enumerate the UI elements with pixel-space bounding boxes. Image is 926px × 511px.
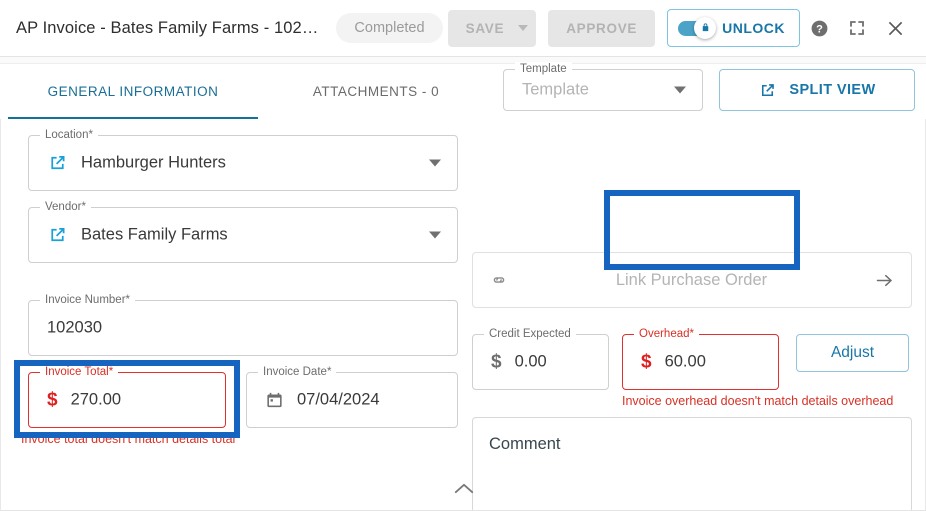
template-value: Template	[522, 80, 589, 99]
calendar-icon[interactable]	[265, 391, 284, 410]
invoice-date-label: Invoice Date*	[258, 365, 337, 379]
vendor-value-wrap: Bates Family Farms	[47, 225, 228, 246]
currency-icon: $	[47, 389, 58, 411]
adjust-button[interactable]: Adjust	[796, 334, 909, 372]
arrow-right-icon[interactable]	[874, 270, 895, 291]
form-content: Location* Hamburger Hunters Vendor* Bate…	[0, 119, 926, 511]
title-bar: AP Invoice - Bates Family Farms - 102… C…	[0, 0, 926, 57]
invoice-total-value-wrap: $ 270.00	[47, 391, 121, 410]
chevron-down-icon[interactable]	[674, 86, 686, 94]
split-view-label: SPLIT VIEW	[789, 82, 876, 98]
template-select-wrap: Template Template	[503, 62, 703, 111]
location-label: Location*	[40, 128, 98, 142]
tab-attachments[interactable]: ATTACHMENTS - 0	[266, 64, 486, 120]
invoice-total-error: Invoice total doesn't match details tota…	[21, 432, 236, 446]
link-icon	[493, 277, 505, 283]
credit-expected-value: 0.00	[514, 352, 547, 371]
save-button-label: SAVE	[465, 20, 505, 36]
toggle-thumb	[694, 16, 717, 39]
location-value: Hamburger Hunters	[81, 153, 226, 172]
help-circle-icon: ?	[811, 20, 827, 36]
lock-icon	[702, 23, 708, 32]
invoice-number-field[interactable]: Invoice Number* 102030	[28, 293, 458, 356]
vendor-field[interactable]: Vendor* Bates Family Farms	[28, 200, 458, 263]
invoice-number-label: Invoice Number*	[40, 293, 136, 307]
invoice-date-value: 07/04/2024	[297, 390, 380, 409]
tab-general-information[interactable]: GENERAL INFORMATION	[0, 64, 266, 120]
chevron-down-icon[interactable]	[518, 25, 529, 31]
link-purchase-order-field[interactable]: Link Purchase Order	[472, 252, 912, 308]
split-view-button[interactable]: SPLIT VIEW	[719, 69, 915, 111]
approve-button-label: APPROVE	[566, 20, 638, 36]
tab-strip: GENERAL INFORMATION ATTACHMENTS - 0 Temp…	[0, 57, 926, 120]
overhead-value-wrap: $ 60.00	[641, 353, 706, 372]
unlock-label: UNLOCK	[722, 20, 785, 36]
overhead-value: 60.00	[664, 352, 706, 371]
unlock-toggle-button[interactable]: UNLOCK	[667, 9, 800, 47]
credit-expected-field[interactable]: Credit Expected $ 0.00	[472, 327, 609, 390]
overhead-error: Invoice overhead doesn't match details o…	[622, 394, 894, 408]
invoice-total-label: Invoice Total*	[40, 365, 119, 379]
comment-value: Comment	[489, 435, 561, 453]
tab-attachments-label: ATTACHMENTS - 0	[312, 84, 440, 99]
close-button[interactable]	[876, 9, 914, 47]
approve-button[interactable]: APPROVE	[548, 9, 656, 47]
link-purchase-order-placeholder: Link Purchase Order	[615, 270, 768, 289]
currency-icon: $	[491, 351, 502, 373]
chevron-down-icon[interactable]	[429, 159, 441, 167]
template-select[interactable]: Template Template	[503, 62, 703, 111]
vendor-value: Bates Family Farms	[81, 225, 228, 244]
external-link-icon[interactable]	[47, 225, 68, 246]
close-icon	[888, 21, 902, 35]
fullscreen-button[interactable]	[838, 9, 876, 47]
lock-toggle-switch[interactable]	[678, 16, 717, 39]
location-value-wrap: Hamburger Hunters	[47, 153, 226, 174]
external-link-icon[interactable]	[47, 153, 68, 174]
external-link-icon	[762, 83, 775, 96]
status-badge: Completed	[336, 13, 443, 43]
chevron-up-icon	[454, 483, 474, 493]
adjust-button-label: Adjust	[830, 344, 875, 361]
save-button[interactable]: SAVE	[447, 9, 537, 47]
svg-text:?: ?	[816, 23, 823, 35]
overhead-label: Overhead*	[634, 327, 699, 341]
invoice-date-value-wrap: 07/04/2024	[265, 391, 380, 410]
fullscreen-icon	[850, 21, 864, 35]
invoice-number-value[interactable]: 102030	[47, 319, 102, 338]
template-label: Template	[515, 62, 572, 76]
tab-general-information-label: GENERAL INFORMATION	[47, 84, 219, 99]
ap-invoice-window: AP Invoice - Bates Family Farms - 102… C…	[0, 0, 926, 511]
panel-expander[interactable]	[1, 473, 926, 503]
chevron-down-icon[interactable]	[429, 231, 441, 239]
help-button[interactable]: ?	[800, 9, 838, 47]
credit-expected-value-wrap: $ 0.00	[491, 353, 547, 372]
overhead-field[interactable]: Overhead* $ 60.00	[622, 327, 779, 390]
page-title: AP Invoice - Bates Family Farms - 102…	[16, 18, 319, 37]
currency-icon: $	[641, 351, 652, 373]
invoice-date-field[interactable]: Invoice Date* 07/04/2024	[246, 365, 458, 428]
invoice-total-field[interactable]: Invoice Total* $ 270.00	[28, 365, 226, 428]
vendor-label: Vendor*	[40, 200, 91, 214]
invoice-total-value: 270.00	[70, 390, 122, 409]
location-field[interactable]: Location* Hamburger Hunters	[28, 128, 458, 191]
credit-expected-label: Credit Expected	[484, 327, 576, 341]
